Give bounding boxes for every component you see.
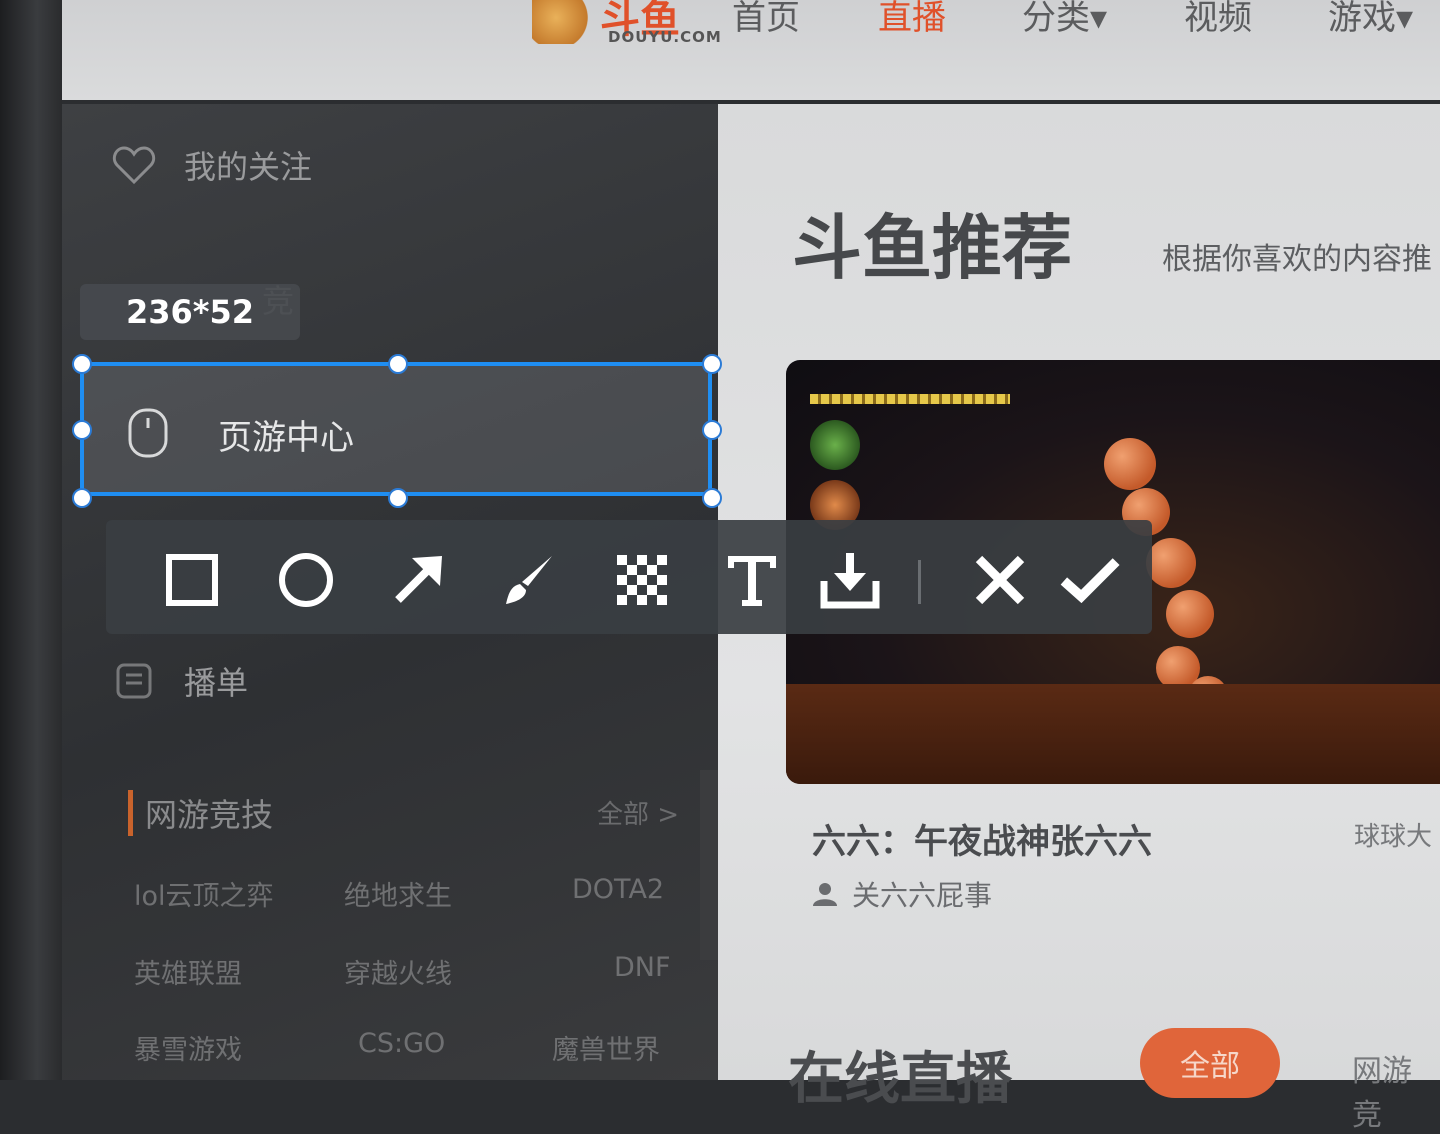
logo-sub: DOUYU.COM [608,28,722,46]
stream-owner[interactable]: 关六六屁事 [812,874,992,914]
category-item[interactable]: 魔兽世界 [552,1028,660,1067]
arrow-icon [395,556,442,603]
ellipse-icon [279,553,333,607]
stream-owner-name: 关六六屁事 [852,879,993,912]
douyu-logo[interactable]: 斗鱼 DOUYU.COM [532,0,742,48]
category-title: 网游竞技 [128,790,273,836]
category-item[interactable]: 绝地求生 [344,874,452,913]
live-section-title: 在线直播 [788,1047,1012,1112]
nav-home[interactable]: 首页 [732,0,800,39]
nav-live[interactable]: 直播 [878,0,946,39]
game-ground [786,684,1440,784]
screen-bezel [0,0,62,1080]
confirm-button[interactable] [1060,550,1120,610]
resize-handle-right[interactable] [702,420,722,440]
sidebar-item-playlist[interactable]: 播单 [112,658,248,704]
game-health-bar [810,394,1010,404]
mosaic-icon [617,555,667,605]
resize-handle-top-left[interactable] [72,354,92,374]
heart-icon [112,143,156,187]
resize-handle-bottom-right[interactable] [702,488,722,508]
category-item[interactable]: 穿越火线 [344,952,452,991]
stream-title[interactable]: 六六：午夜战神张六六 [812,814,1152,863]
recommend-title: 斗鱼推荐 [792,207,1072,289]
user-icon [813,883,837,906]
next-stream-title[interactable]: 球球大 [1354,816,1432,853]
screenshot-toolbar [106,520,1152,634]
nav-games[interactable]: 游戏▾ [1328,0,1413,39]
filter-online-games[interactable]: 网游竞 [1352,1046,1440,1134]
resize-handle-top-right[interactable] [702,354,722,374]
category-item[interactable]: DOTA2 [572,874,664,905]
arrow-tool-button[interactable] [388,550,448,610]
category-item[interactable]: DNF [614,952,671,983]
confirm-icon [1060,558,1120,604]
save-icon [820,553,880,609]
selection-label: 页游中心 [218,418,354,458]
list-icon [112,659,156,703]
duck-mascot-icon [532,0,592,44]
save-tool-button[interactable] [820,550,880,610]
cancel-icon [975,555,1025,605]
ellipse-tool-button[interactable] [276,550,336,610]
rectangle-icon [166,554,218,606]
text-icon [728,556,776,606]
mosaic-tool-button[interactable] [612,550,672,610]
game-hud-icon [810,420,860,470]
category-item[interactable]: 英雄联盟 [134,952,242,991]
category-item[interactable]: CS:GO [358,1028,445,1059]
resize-handle-bottom-left[interactable] [72,488,92,508]
rectangle-tool-button[interactable] [162,550,222,610]
game-orb [1166,590,1214,638]
cancel-button[interactable] [970,550,1030,610]
text-tool-button[interactable] [722,550,782,610]
category-item[interactable]: lol云顶之弈 [134,874,274,913]
sidebar-item-label: 我的关注 [184,148,313,186]
nav-categories[interactable]: 分类▾ [1022,0,1107,39]
recommend-subtitle: 根据你喜欢的内容推 [1162,242,1432,277]
selection-size-badge: 236*52 [80,284,300,340]
filter-all-button[interactable]: 全部 [1140,1028,1280,1098]
capture-selection[interactable]: 页游中心 [80,362,712,496]
category-item[interactable]: 暴雪游戏 [134,1028,242,1067]
brush-icon [506,556,552,604]
mouse-icon [128,408,168,458]
sidebar-item-label: 播单 [184,664,249,702]
game-orb [1146,538,1196,588]
toolbar-divider [918,560,921,604]
nav-video[interactable]: 视频 [1184,0,1252,39]
resize-handle-top[interactable] [388,354,408,374]
top-navigation: 斗鱼 DOUYU.COM 首页 直播 分类▾ 视频 游戏▾ [62,0,1440,100]
category-more-link[interactable]: 全部 > [597,794,679,831]
game-orb [1104,438,1156,490]
resize-handle-bottom[interactable] [388,488,408,508]
resize-handle-left[interactable] [72,420,92,440]
brush-tool-button[interactable] [500,550,560,610]
sidebar-item-follow[interactable]: 我的关注 [112,142,312,188]
